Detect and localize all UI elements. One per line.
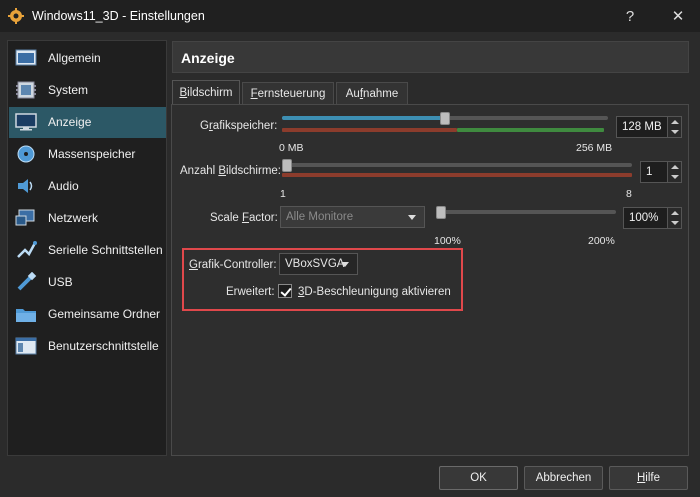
audio-speaker-icon [18, 179, 33, 193]
sidebar-item-label: Gemeinsame Ordner [48, 307, 161, 321]
usb-icon [17, 272, 37, 291]
video-memory-scale-green [457, 128, 604, 132]
monitor-count-label: Anzahl Bildschirme: [180, 165, 281, 177]
sidebar-item-anzeige[interactable]: Anzeige [9, 107, 166, 138]
scale-monitor-combo[interactable]: Alle Monitore [280, 206, 425, 228]
shared-folder-icon [16, 309, 36, 322]
scale-factor-slider-thumb[interactable] [436, 206, 446, 219]
spin-arrows-icon[interactable] [667, 162, 681, 182]
help-button[interactable]: Hilfe [609, 466, 688, 490]
video-memory-max-label: 256 MB [576, 142, 613, 154]
general-icon [15, 49, 37, 66]
sidebar-item-label: Benutzerschnittstelle [48, 339, 159, 353]
tab-bildschirm[interactable]: Bildschirm [172, 80, 240, 105]
tab-fernsteuerung[interactable]: Fernsteuerung [242, 82, 334, 104]
monitor-count-scale-red [282, 173, 632, 177]
sidebar-item-gemeinsame-ordner[interactable]: Gemeinsame Ordner [9, 299, 166, 330]
video-memory-slider-thumb[interactable] [440, 112, 450, 125]
storage-disk-icon [17, 145, 35, 163]
sidebar-item-label: System [48, 83, 89, 97]
sidebar-item-benutzerschnittstelle[interactable]: Benutzerschnittstelle [9, 331, 166, 362]
graphics-controller-label: Grafik-Controller: [189, 259, 277, 271]
video-memory-min-label: 0 MB [279, 142, 304, 154]
sidebar-item-system[interactable]: System [9, 75, 166, 106]
sidebar-item-netzwerk[interactable]: Netzwerk [9, 203, 166, 234]
sidebar-item-audio[interactable]: Audio [9, 171, 166, 202]
sidebar-item-label: Serielle Schnittstellen [48, 243, 163, 257]
network-icon [15, 209, 35, 226]
monitor-count-spinbox[interactable]: 1 [640, 161, 682, 183]
sidebar-item-usb[interactable]: USB [9, 267, 166, 298]
monitor-count-max-label: 8 [626, 188, 632, 200]
scale-factor-max-label: 200% [588, 235, 615, 247]
close-window-button[interactable]: ✕ [660, 0, 696, 32]
monitor-count-slider-thumb[interactable] [282, 159, 292, 172]
settings-sidebar: Allgemein System Anzeige Massenspeicher … [7, 40, 167, 456]
monitor-count-slider-track [282, 163, 632, 167]
sidebar-item-allgemein[interactable]: Allgemein [9, 43, 166, 74]
scale-factor-min-label: 100% [434, 235, 461, 247]
sidebar-item-label: Anzeige [48, 115, 92, 129]
virtualbox-app-icon [8, 8, 24, 24]
sidebar-item-label: USB [48, 275, 73, 289]
video-memory-scale-red [282, 128, 457, 132]
help-title-button[interactable]: ? [612, 0, 648, 32]
tab-aufnahme[interactable]: Au f nahme [336, 82, 408, 104]
serial-port-icon [17, 241, 37, 258]
ok-button[interactable]: OK [439, 466, 518, 490]
spin-arrows-icon[interactable] [667, 117, 681, 137]
graphics-controller-combo[interactable]: VBoxSVGA [279, 253, 358, 275]
video-memory-slider-fill [282, 116, 445, 120]
scale-factor-slider-track [436, 210, 616, 214]
sidebar-item-massenspeicher[interactable]: Massenspeicher [9, 139, 166, 170]
spin-arrows-icon[interactable] [667, 208, 681, 228]
sidebar-item-label: Audio [48, 179, 79, 193]
scale-factor-label: Scale Factor: [210, 212, 278, 224]
page-header: Anzeige [172, 41, 689, 73]
sidebar-item-label: Allgemein [48, 51, 101, 65]
window-title: Windows11_3D - Einstellungen [32, 9, 205, 23]
video-memory-label: Grafikspeicher: [200, 120, 278, 132]
extended-label: Erweitert: [226, 286, 275, 298]
user-interface-icon [15, 337, 37, 355]
3d-acceleration-checkbox[interactable] [278, 284, 292, 298]
display-monitor-icon [15, 113, 37, 131]
3d-acceleration-label[interactable]: 3D-Beschleunigung aktivieren [298, 286, 451, 298]
sidebar-item-serielle-schnittstellen[interactable]: Serielle Schnittstellen [9, 235, 166, 266]
sidebar-item-label: Netzwerk [48, 211, 99, 225]
monitor-count-min-label: 1 [280, 188, 286, 200]
system-chip-icon [16, 81, 36, 99]
sidebar-item-label: Massenspeicher [48, 147, 136, 161]
chevron-down-icon [341, 262, 349, 267]
page-title: Anzeige [181, 50, 235, 66]
scale-factor-spinbox[interactable]: 100% [623, 207, 682, 229]
video-memory-spinbox[interactable]: 128 MB [616, 116, 682, 138]
cancel-button[interactable]: Abbrechen [524, 466, 603, 490]
chevron-down-icon [408, 215, 416, 220]
title-bar: Windows11_3D - Einstellungen ? ✕ [0, 0, 700, 32]
